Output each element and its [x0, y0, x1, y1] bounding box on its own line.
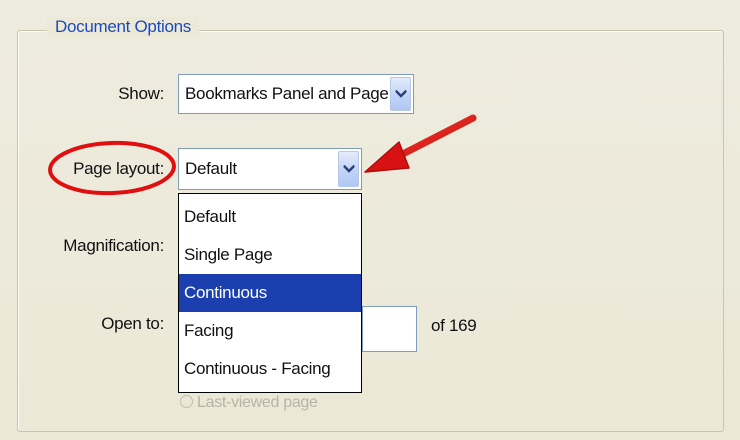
open-to-label: Open to:: [101, 314, 164, 333]
dropdown-option[interactable]: Continuous - Facing: [179, 350, 361, 388]
page-layout-dropdown-list: Default Single Page Continuous Facing Co…: [178, 193, 362, 393]
group-title: Document Options: [47, 17, 199, 37]
red-ellipse-icon: [48, 140, 176, 196]
last-viewed-page-radio[interactable]: Last-viewed page: [180, 394, 318, 412]
show-dropdown-button[interactable]: [390, 77, 411, 111]
chevron-down-icon: [395, 90, 406, 98]
open-to-page-input[interactable]: [362, 306, 417, 352]
show-select-value: Bookmarks Panel and Page: [185, 84, 389, 103]
show-label: Show:: [118, 84, 164, 103]
radio-circle-icon: [180, 394, 193, 408]
document-options-page: Document Options Show: Bookmarks Panel a…: [0, 0, 740, 440]
last-viewed-page-label: Last-viewed page: [197, 394, 318, 411]
dropdown-option[interactable]: Facing: [179, 312, 361, 350]
dropdown-option[interactable]: Single Page: [179, 236, 361, 274]
dropdown-option[interactable]: Default: [179, 198, 361, 236]
magnification-label: Magnification:: [63, 236, 164, 255]
page-layout-select[interactable]: Default: [178, 148, 362, 190]
chevron-down-icon: [343, 165, 354, 173]
total-pages-text: of 169: [431, 316, 477, 335]
dropdown-option-highlighted[interactable]: Continuous: [179, 274, 361, 312]
page-layout-select-value: Default: [185, 159, 237, 178]
red-arrow-icon: [364, 114, 477, 173]
